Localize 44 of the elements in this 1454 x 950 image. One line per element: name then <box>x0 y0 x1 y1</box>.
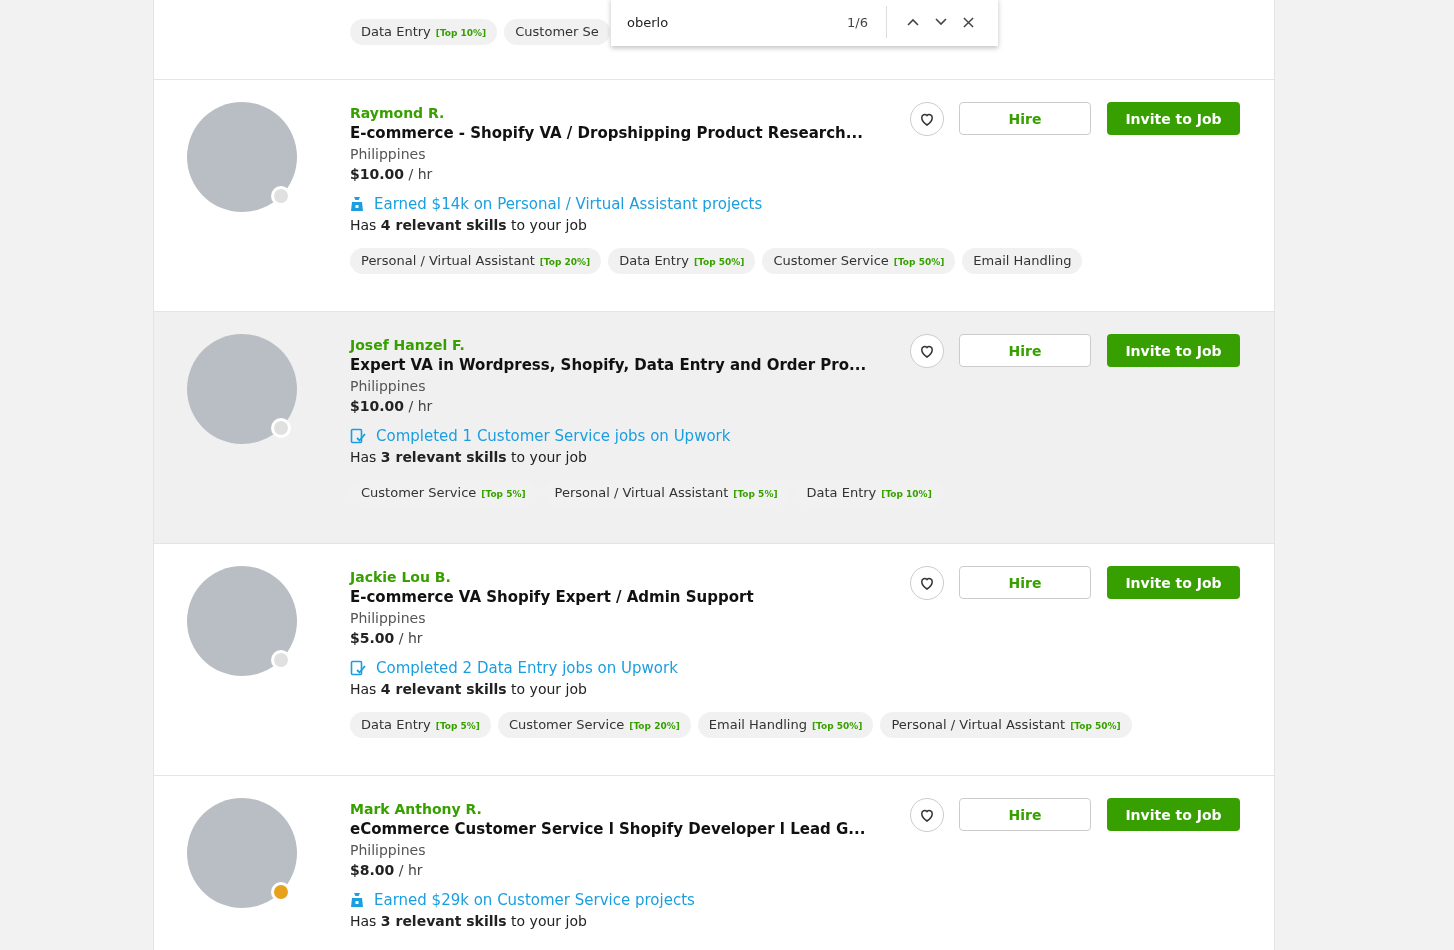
save-favorite-button[interactable] <box>910 334 944 368</box>
hourly-rate: $5.00 <box>350 630 395 646</box>
location: Philippines <box>350 145 427 164</box>
skill-tag[interactable]: Email Handling [Top 50%] <box>697 712 874 738</box>
location: Philippines <box>350 609 427 628</box>
save-favorite-button[interactable] <box>910 798 944 832</box>
skills-summary: Has 4 relevant skills to your job <box>350 216 588 235</box>
hourly-rate: $8.00 <box>350 862 395 878</box>
save-favorite-button[interactable] <box>910 102 944 136</box>
skill-tag[interactable]: Data Entry [Top 10%] <box>350 19 498 45</box>
skill-tag[interactable]: Data Entry [Top 50%] <box>608 248 756 274</box>
freelancer-title[interactable]: Expert VA in Wordpress, Shopify, Data Entry and Order Pro... <box>350 354 910 376</box>
hourly-rate: $10.00 <box>350 398 405 414</box>
skill-tag[interactable]: Customer Se <box>504 19 610 45</box>
chevron-down-icon <box>935 18 947 26</box>
match-count: 1/6 <box>847 14 868 30</box>
money-bag-icon <box>350 892 364 908</box>
skill-tag[interactable]: Personal / Virtual Assistant [Top 50%] <box>880 712 1132 738</box>
skills-summary: Has 3 relevant skills to your job <box>350 448 588 467</box>
close-icon <box>963 16 974 28</box>
freelancer-title[interactable]: E-commerce VA Shopify Expert / Admin Support <box>350 586 910 608</box>
rate-unit: / hr <box>408 398 433 414</box>
document-check-icon <box>350 428 366 444</box>
freelancer-card[interactable]: Mark Anthony R. eCommerce Customer Service l Shopify Developer l Lead G... Philippines $8.00 / hr Earned $29k on Customer Service projects Has 3 relevant skills to your job Hire Invite to Job <box>154 776 1274 950</box>
rate-unit: / hr <box>398 862 423 878</box>
skills-summary: Has 3 relevant skills to your job <box>350 912 588 931</box>
freelancer-title[interactable]: E-commerce - Shopify VA / Dropshipping Product Research... <box>350 122 910 144</box>
freelancer-title[interactable]: eCommerce Customer Service l Shopify Developer l Lead G... <box>350 818 910 840</box>
location: Philippines <box>350 377 427 396</box>
find-query-field[interactable]: oberlo <box>627 14 848 30</box>
skill-tag[interactable]: Email Handling <box>962 248 1083 274</box>
skill-tag[interactable]: Data Entry [Top 5%] <box>350 712 491 738</box>
rate-unit: / hr <box>408 166 433 182</box>
skill-tag[interactable]: Customer Service [Top 50%] <box>762 248 956 274</box>
hourly-rate: $10.00 <box>350 166 405 182</box>
chevron-up-icon <box>907 18 919 26</box>
document-check-icon <box>350 660 366 676</box>
skill-tag[interactable]: Personal / Virtual Assistant [Top 20%] <box>350 248 602 274</box>
skill-tag[interactable]: Customer Service [Top 20%] <box>498 712 691 738</box>
rate-unit: / hr <box>398 630 423 646</box>
skills-summary: Has 4 relevant skills to your job <box>350 680 588 699</box>
location: Philippines <box>350 841 427 860</box>
save-favorite-button[interactable] <box>910 566 944 600</box>
money-bag-icon <box>350 196 364 212</box>
